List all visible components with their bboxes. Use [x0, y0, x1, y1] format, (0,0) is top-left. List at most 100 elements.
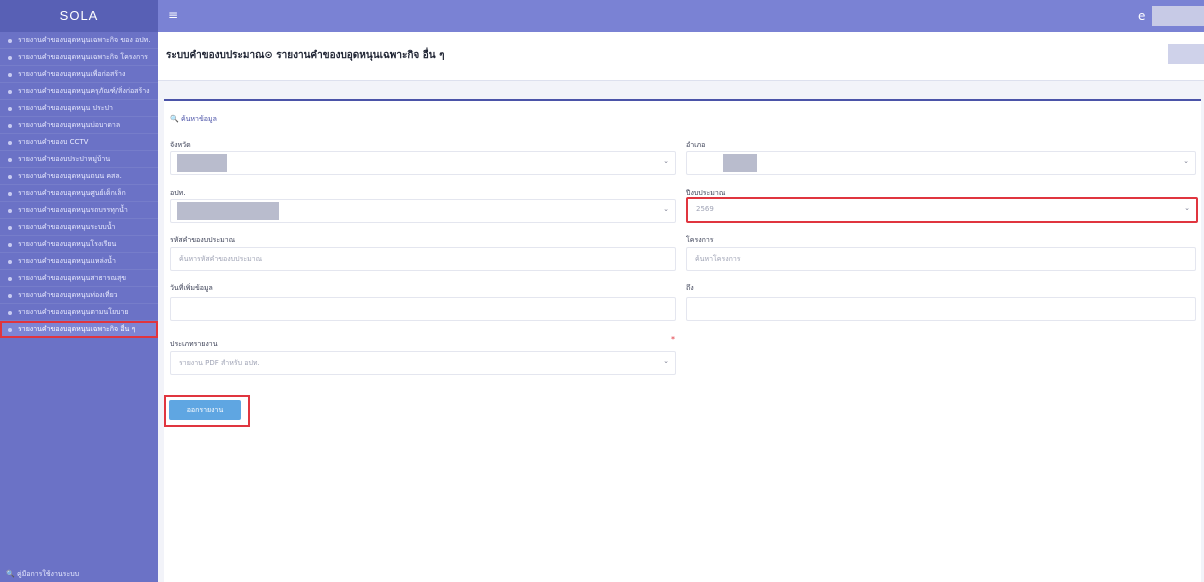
budget-code-input[interactable]: ค้นหารหัสคำของบประมาณ: [170, 247, 676, 271]
sidebar-footer-label: คู่มือการใช้งานระบบ: [16, 570, 80, 578]
report-type-select[interactable]: รายงาน PDF สำหรับ อปท. ⌄: [170, 351, 676, 375]
sidebar-item[interactable]: รายงานคำของบอุดหนุนท่องเที่ยว: [0, 287, 158, 304]
sidebar-item-label: รายงานคำของบอุดหนุนระบบน้ำ: [18, 223, 116, 231]
menu-icon[interactable]: ≡: [168, 8, 178, 22]
chevron-down-icon: ⌄: [663, 357, 669, 365]
sidebar-item[interactable]: รายงานคำของบอุดหนุนสาธารณสุข: [0, 270, 158, 287]
bullet-icon: [8, 56, 12, 60]
sidebar-item[interactable]: รายงานคำของบอุดหนุน ประปา: [0, 100, 158, 117]
project-label: โครงการ: [686, 236, 714, 244]
submit-highlight: ออกรายงาน: [164, 395, 250, 427]
sidebar-item-label: รายงานคำของบอุดหนุนศูนย์เด็กเล็ก: [18, 189, 126, 197]
bullet-icon: [8, 175, 12, 179]
search-heading: 🔍 ค้นหาข้อมูล: [170, 114, 217, 125]
search-icon: 🔍: [6, 570, 15, 578]
project-input[interactable]: ค้นหาโครงการ: [686, 247, 1196, 271]
date-label: วันที่เพิ่มข้อมูล: [170, 284, 213, 292]
chevron-down-icon: ⌄: [1183, 157, 1189, 165]
sidebar-item-label: รายงานคำของบอุดหนุนเฉพาะกิจ โครงการ: [18, 53, 148, 61]
bullet-icon: [8, 73, 12, 77]
sidebar-item[interactable]: รายงานคำของบอุดหนุนเพื่อก่อสร้าง: [0, 66, 158, 83]
province-label: จังหวัด: [170, 141, 191, 149]
topbar: ≡ e: [158, 0, 1204, 32]
bullet-icon: [8, 39, 12, 43]
sidebar-item-active[interactable]: รายงานคำของบอุดหนุนเฉพาะกิจ อื่น ๆ: [0, 321, 158, 338]
sidebar-item-label: รายงานคำของบอุดหนุนบ่อบาดาล: [18, 121, 121, 129]
app-root: SOLA รายงานคำของบอุดหนุนเฉพาะกิจ ของ อปท…: [0, 0, 1204, 582]
budget-code-label: รหัสคำของบประมาณ: [170, 236, 236, 244]
sidebar-item-label: รายงานคำของบอุดหนุนเพื่อก่อสร้าง: [18, 70, 126, 78]
sidebar-item[interactable]: รายงานคำของบอุดหนุนครุภัณฑ์/สิ่งก่อสร้าง: [0, 83, 158, 100]
fiscal-year-value: 2569: [696, 205, 714, 213]
bullet-icon: [8, 192, 12, 196]
bullet-icon: [8, 209, 12, 213]
sidebar-item-label: รายงานคำของบอุดหนุนท่องเที่ยว: [18, 291, 118, 299]
bullet-icon: [8, 90, 12, 94]
sidebar-item-label: รายงานคำของบประปาหมู่บ้าน: [18, 155, 111, 163]
chevron-down-icon: ⌄: [663, 205, 669, 213]
search-icon: 🔍: [170, 115, 179, 123]
sidebar-item-label: รายงานคำของบอุดหนุนเฉพาะกิจ ของ อปท.: [18, 36, 151, 44]
chevron-down-icon: ⌄: [663, 157, 669, 165]
sidebar-item[interactable]: รายงานคำของบอุดหนุนโรงเรียน: [0, 236, 158, 253]
lao-label: อปท.: [170, 189, 186, 197]
sidebar-item-label: รายงานคำของบ CCTV: [18, 138, 89, 146]
sidebar-item-label: รายงานคำของบอุดหนุนรถบรรทุกน้ำ: [18, 206, 128, 214]
to-label: ถึง: [686, 284, 694, 292]
sidebar-item[interactable]: รายงานคำของบอุดหนุนตามนโยบาย: [0, 304, 158, 321]
bullet-icon: [8, 311, 12, 315]
redacted-value: [723, 154, 757, 172]
district-select[interactable]: ⌄: [686, 151, 1196, 175]
project-placeholder: ค้นหาโครงการ: [695, 255, 741, 263]
sidebar: SOLA รายงานคำของบอุดหนุนเฉพาะกิจ ของ อปท…: [0, 0, 158, 582]
sidebar-item[interactable]: รายงานคำของบอุดหนุนเฉพาะกิจ ของ อปท.: [0, 32, 158, 49]
header-redacted-block: [1168, 44, 1204, 64]
lao-select[interactable]: ⌄: [170, 199, 676, 223]
required-marker: *: [671, 335, 675, 344]
sidebar-item-label: รายงานคำของบอุดหนุนโรงเรียน: [18, 240, 117, 248]
bullet-icon: [8, 124, 12, 128]
sidebar-item[interactable]: รายงานคำของบประปาหมู่บ้าน: [0, 151, 158, 168]
generate-report-button[interactable]: ออกรายงาน: [169, 400, 241, 420]
user-icon[interactable]: e: [1138, 9, 1152, 23]
sidebar-footer-link[interactable]: 🔍 คู่มือการใช้งานระบบ: [6, 569, 79, 580]
sidebar-item[interactable]: รายงานคำของบ CCTV: [0, 134, 158, 151]
bullet-icon: [8, 226, 12, 230]
bullet-icon: [8, 277, 12, 281]
chevron-down-icon: ⌄: [1184, 204, 1190, 212]
sidebar-item-label: รายงานคำของบอุดหนุนแหล่งน้ำ: [18, 257, 116, 265]
sidebar-item-label: รายงานคำของบอุดหนุนครุภัณฑ์/สิ่งก่อสร้าง: [18, 87, 150, 95]
brand-logo[interactable]: SOLA: [0, 0, 158, 32]
page-header: ระบบคำของบประมาณ⊙ รายงานคำของบอุดหนุนเฉพ…: [158, 32, 1204, 81]
sidebar-item[interactable]: รายงานคำของบอุดหนุนแหล่งน้ำ: [0, 253, 158, 270]
bullet-icon: [8, 260, 12, 264]
date-from-input[interactable]: [170, 297, 676, 321]
sidebar-item-label: รายงานคำของบอุดหนุนเฉพาะกิจ อื่น ๆ: [18, 325, 136, 333]
sidebar-item[interactable]: รายงานคำของบอุดหนุนระบบน้ำ: [0, 219, 158, 236]
bullet-icon: [8, 141, 12, 145]
sidebar-menu: รายงานคำของบอุดหนุนเฉพาะกิจ ของ อปท. รายง…: [0, 32, 158, 321]
user-name-redacted: [1152, 6, 1204, 26]
bullet-icon: [8, 294, 12, 298]
sidebar-item-label: รายงานคำของบอุดหนุนถนน คสล.: [18, 172, 122, 180]
sidebar-item-label: รายงานคำของบอุดหนุนสาธารณสุข: [18, 274, 127, 282]
redacted-value: [177, 202, 279, 220]
redacted-value: [177, 154, 227, 172]
fiscal-year-select[interactable]: 2569 ⌄: [686, 197, 1198, 223]
report-type-label: ประเภทรายงาน: [170, 340, 218, 348]
page-title: ระบบคำของบประมาณ⊙ รายงานคำของบอุดหนุนเฉพ…: [166, 50, 445, 61]
bullet-icon: [8, 328, 12, 332]
date-to-input[interactable]: [686, 297, 1196, 321]
sidebar-item[interactable]: รายงานคำของบอุดหนุนถนน คสล.: [0, 168, 158, 185]
sidebar-item[interactable]: รายงานคำของบอุดหนุนเฉพาะกิจ โครงการ: [0, 49, 158, 66]
sidebar-item[interactable]: รายงานคำของบอุดหนุนศูนย์เด็กเล็ก: [0, 185, 158, 202]
search-heading-label: ค้นหาข้อมูล: [180, 115, 217, 123]
bullet-icon: [8, 243, 12, 247]
sidebar-item[interactable]: รายงานคำของบอุดหนุนบ่อบาดาล: [0, 117, 158, 134]
sidebar-item[interactable]: รายงานคำของบอุดหนุนรถบรรทุกน้ำ: [0, 202, 158, 219]
district-label: อำเภอ: [686, 141, 706, 149]
sidebar-item-label: รายงานคำของบอุดหนุนตามนโยบาย: [18, 308, 129, 316]
province-select[interactable]: ⌄: [170, 151, 676, 175]
budget-code-placeholder: ค้นหารหัสคำของบประมาณ: [179, 255, 263, 263]
bullet-icon: [8, 158, 12, 162]
